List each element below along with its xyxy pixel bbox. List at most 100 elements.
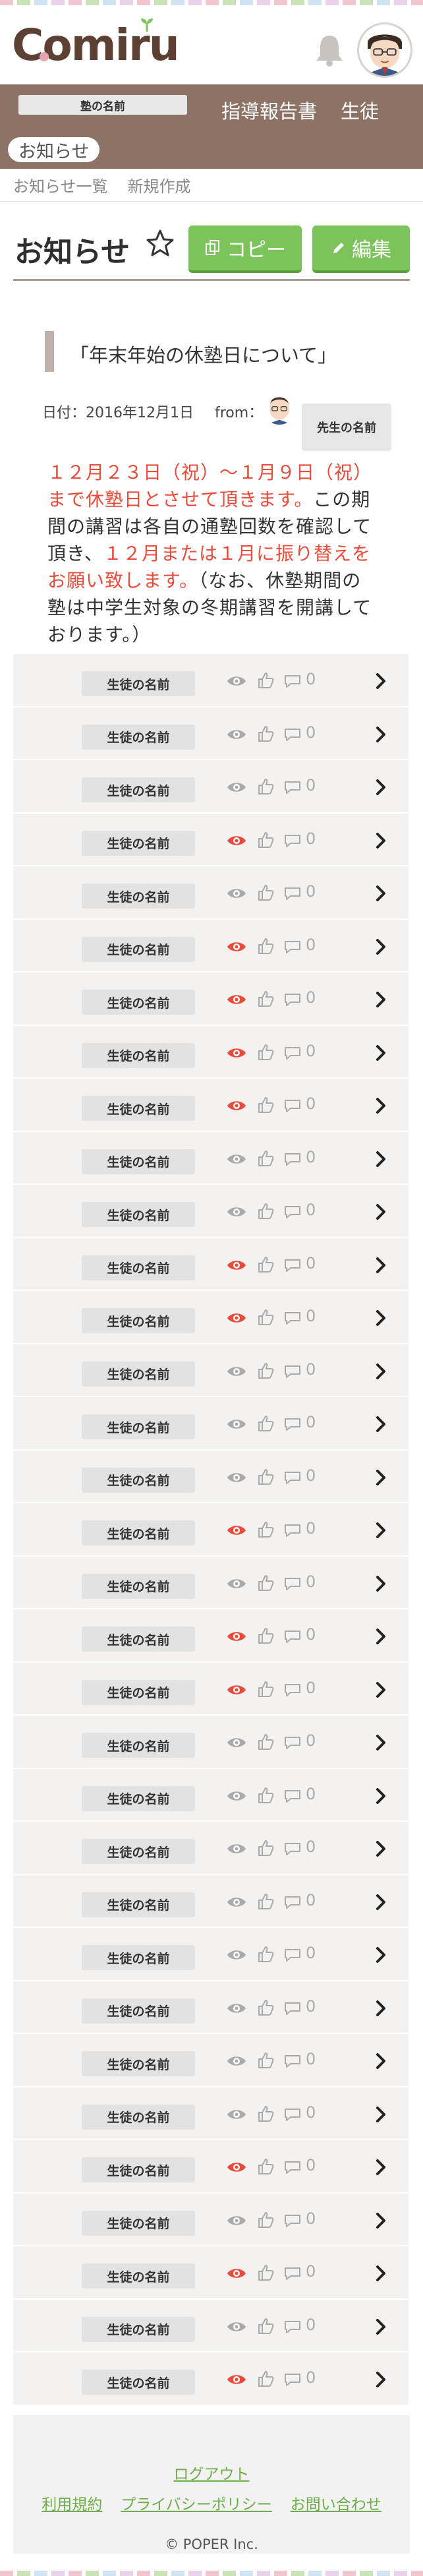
chevron-right-icon[interactable] [373,1627,389,1646]
chevron-right-icon[interactable] [373,671,389,691]
chevron-right-icon[interactable] [373,884,389,903]
chevron-right-icon[interactable] [373,1255,389,1275]
chevron-right-icon[interactable] [373,777,389,797]
chevron-right-icon[interactable] [373,990,389,1009]
thumbs-up-icon [258,1256,274,1273]
student-row[interactable]: 生徒の名前 0 [13,973,409,1026]
student-row[interactable]: 生徒の名前 0 [13,1185,409,1238]
student-row[interactable]: 生徒の名前 0 [13,1716,409,1769]
notification-bell-icon[interactable] [311,32,348,69]
student-row[interactable]: 生徒の名前 0 [13,866,409,920]
logout-link[interactable]: ログアウト [13,2461,410,2484]
chevron-right-icon[interactable] [373,2157,389,2177]
subnav-create-new[interactable]: 新規作成 [128,173,191,196]
contact-link[interactable]: お問い合わせ [291,2496,381,2513]
thumbs-up-icon [258,1840,274,1856]
student-name: 生徒の名前 [82,1255,195,1280]
thumbs-up-icon [258,673,274,688]
student-row[interactable]: 生徒の名前 0 [13,1238,409,1291]
chevron-right-icon[interactable] [373,1096,389,1116]
student-name: 生徒の名前 [82,936,195,962]
sub-navigation: お知らせ一覧 新規作成 [0,169,423,202]
nav-link-students[interactable]: 生徒 [341,96,379,124]
chevron-right-icon[interactable] [373,1839,389,1859]
subnav-notice-list[interactable]: お知らせ一覧 [13,173,108,196]
student-row[interactable]: 生徒の名前 0 [13,1397,409,1451]
chevron-right-icon[interactable] [373,1362,389,1381]
student-row[interactable]: 生徒の名前 0 [13,1981,409,2034]
chevron-right-icon[interactable] [373,1892,389,1912]
student-row[interactable]: 生徒の名前 0 [13,2140,409,2194]
chevron-right-icon[interactable] [373,1468,389,1487]
student-row[interactable]: 生徒の名前 0 [13,760,409,814]
chevron-right-icon[interactable] [373,1945,389,1965]
app-logo[interactable]: Comiru [12,18,180,71]
student-row[interactable]: 生徒の名前 0 [13,1503,409,1557]
chevron-right-icon[interactable] [373,1998,389,2018]
student-name: 生徒の名前 [82,2104,195,2130]
chevron-right-icon[interactable] [373,2051,389,2071]
notice-title-accent [45,331,54,372]
student-row[interactable]: 生徒の名前 0 [13,707,409,760]
chevron-right-icon[interactable] [373,937,389,957]
student-row[interactable]: 生徒の名前 0 [13,1768,409,1822]
student-name: 生徒の名前 [82,2157,195,2182]
chevron-right-icon[interactable] [373,1786,389,1806]
student-row[interactable]: 生徒の名前 0 [13,2299,409,2352]
chevron-right-icon[interactable] [373,1043,389,1063]
unread-eye-icon [227,1791,246,1801]
chevron-right-icon[interactable] [373,1149,389,1169]
chevron-right-icon[interactable] [373,2370,389,2389]
student-row[interactable]: 生徒の名前 0 [13,1450,409,1503]
thumbs-up-icon [258,1468,274,1485]
copy-button[interactable]: コピー [188,225,302,273]
student-row[interactable]: 生徒の名前 0 [13,1079,409,1132]
star-icon[interactable] [145,228,175,258]
student-row[interactable]: 生徒の名前 0 [13,2087,409,2140]
student-row[interactable]: 生徒の名前 0 [13,1609,409,1663]
unread-eye-icon [227,729,246,739]
chevron-right-icon[interactable] [373,1520,389,1540]
student-row[interactable]: 生徒の名前 0 [13,1131,409,1185]
chevron-right-icon[interactable] [373,2211,389,2231]
chevron-right-icon[interactable] [373,2105,389,2124]
student-row[interactable]: 生徒の名前 0 [13,2352,409,2406]
chevron-right-icon[interactable] [373,1733,389,1752]
student-row[interactable]: 生徒の名前 0 [13,1344,409,1397]
student-row[interactable]: 生徒の名前 0 [13,1822,409,1875]
chevron-right-icon[interactable] [373,2317,389,2337]
terms-link[interactable]: 利用規約 [42,2496,102,2513]
student-row[interactable]: 生徒の名前 0 [13,1025,409,1079]
student-row[interactable]: 生徒の名前 0 [13,1291,409,1344]
chevron-right-icon[interactable] [373,1414,389,1434]
student-row[interactable]: 生徒の名前 0 [13,2246,409,2300]
student-row[interactable]: 生徒の名前 0 [13,1874,409,1928]
comment-icon [285,1524,300,1537]
unread-eye-icon [227,1366,246,1376]
chevron-right-icon[interactable] [373,725,389,744]
copy-icon [206,240,219,255]
privacy-link[interactable]: プライバシーポリシー [121,2496,272,2513]
student-row[interactable]: 生徒の名前 0 [13,1556,409,1609]
chevron-right-icon[interactable] [373,1680,389,1700]
thumbs-up-icon [258,1097,274,1113]
thumbs-up-icon [258,885,274,901]
chevron-right-icon[interactable] [373,1308,389,1328]
student-row[interactable]: 生徒の名前 0 [13,2193,409,2246]
student-row[interactable]: 生徒の名前 0 [13,919,409,973]
student-row[interactable]: 生徒の名前 0 [13,2034,409,2087]
nav-tab-notices[interactable]: お知らせ [8,137,100,162]
unread-eye-icon [227,2321,246,2331]
edit-button[interactable]: 編集 [312,225,410,273]
chevron-right-icon[interactable] [373,2263,389,2283]
student-row[interactable]: 生徒の名前 0 [13,1928,409,1981]
student-name: 生徒の名前 [82,2316,195,2342]
student-row[interactable]: 生徒の名前 0 [13,654,409,707]
chevron-right-icon[interactable] [373,831,389,851]
chevron-right-icon[interactable] [373,1202,389,1222]
user-avatar[interactable] [357,22,412,78]
student-row[interactable]: 生徒の名前 0 [13,1662,409,1716]
chevron-right-icon[interactable] [373,1574,389,1594]
student-row[interactable]: 生徒の名前 0 [13,813,409,866]
nav-link-reports[interactable]: 指導報告書 [221,96,317,124]
